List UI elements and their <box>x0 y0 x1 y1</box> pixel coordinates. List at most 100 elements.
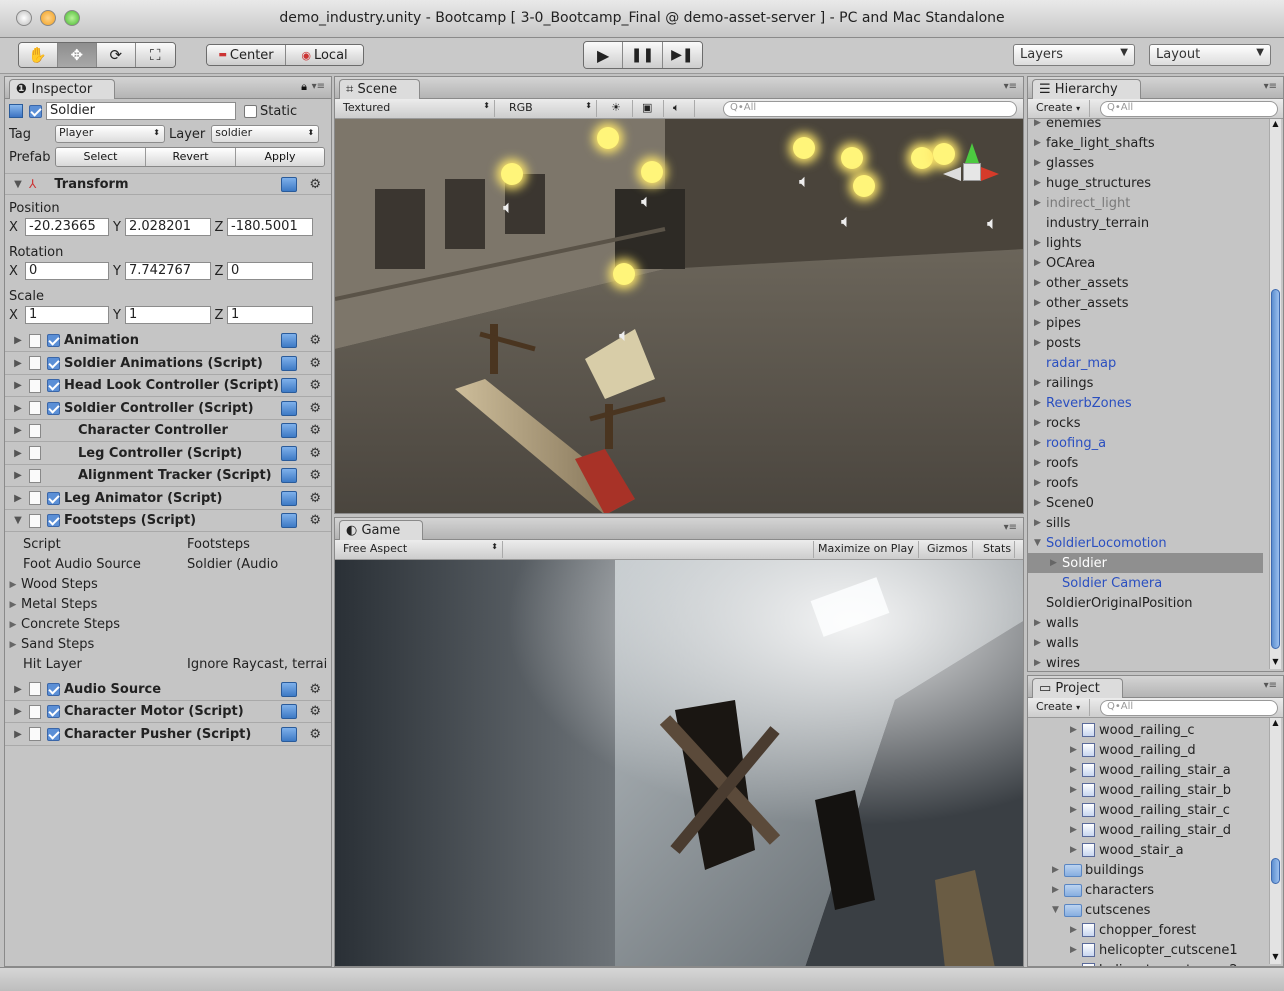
gear-icon[interactable]: ⚙ <box>309 423 321 438</box>
game-viewport[interactable] <box>335 560 1023 966</box>
pivot-center-button[interactable]: ▬ Center <box>207 45 286 65</box>
component-header[interactable]: ▶ Character Pusher (Script) ⚙ <box>5 724 331 746</box>
gear-icon[interactable]: ⚙ <box>309 378 321 393</box>
fold-closed-icon[interactable]: ▶ <box>11 729 25 740</box>
hierarchy-item[interactable]: ▶ pipes <box>1034 313 1263 333</box>
hierarchy-scrollbar[interactable]: ▲ ▼ <box>1269 119 1281 669</box>
fold-closed-icon[interactable]: ▶ <box>1034 618 1046 628</box>
static-checkbox[interactable] <box>244 104 257 118</box>
project-item[interactable]: ▶ wood_stair_a <box>1034 840 1263 860</box>
fold-open-icon[interactable]: ▼ <box>1052 905 1064 915</box>
tab-hierarchy[interactable]: ☰ Hierarchy <box>1032 79 1141 99</box>
layer-dropdown[interactable]: soldier ⬍ <box>211 125 320 143</box>
hierarchy-scroll-thumb[interactable] <box>1271 289 1280 649</box>
fold-closed-icon[interactable]: ▶ <box>5 580 21 590</box>
hierarchy-item[interactable]: ▶ wires <box>1034 653 1263 671</box>
audio-gizmo-icon[interactable]: 🔈︎ <box>987 213 1005 235</box>
project-item[interactable]: ▶ wood_railing_stair_b <box>1034 780 1263 800</box>
hierarchy-create-dropdown[interactable]: Create ▾ <box>1032 100 1090 117</box>
maximize-on-play-button[interactable]: Maximize on Play <box>813 541 919 558</box>
fold-closed-icon[interactable]: ▶ <box>11 684 25 695</box>
scale-y-field[interactable]: 1 <box>125 306 211 324</box>
help-book-icon[interactable] <box>281 355 297 371</box>
fold-closed-icon[interactable]: ▶ <box>11 403 25 414</box>
footsteps-property-row[interactable]: Foot Audio Source Soldier (Audio <box>5 555 331 575</box>
fold-closed-icon[interactable]: ▶ <box>1034 198 1046 208</box>
prefab-apply-button[interactable]: Apply <box>236 148 324 166</box>
object-name-field[interactable]: Soldier <box>46 102 236 120</box>
move-icon[interactable]: ✥ <box>57 43 98 67</box>
property-value[interactable]: Ignore Raycast, terrai <box>187 657 327 672</box>
project-item[interactable]: ▶ buildings <box>1034 860 1263 880</box>
layers-dropdown[interactable]: Layers ▼ <box>1013 44 1135 66</box>
project-search-input[interactable]: Q•All <box>1100 700 1278 716</box>
fold-closed-icon[interactable]: ▶ <box>11 425 25 436</box>
gear-icon[interactable]: ⚙ <box>309 468 321 483</box>
panel-menu-icon[interactable]: ▾≡ <box>1264 680 1277 691</box>
component-enabled-checkbox[interactable] <box>47 682 60 696</box>
fold-closed-icon[interactable]: ▶ <box>5 620 21 630</box>
fold-closed-icon[interactable]: ▶ <box>5 600 21 610</box>
fold-closed-icon[interactable]: ▶ <box>1070 945 1082 955</box>
fold-closed-icon[interactable]: ▶ <box>1034 458 1046 468</box>
audio-gizmo-icon[interactable]: 🔈︎ <box>619 325 637 347</box>
audio-gizmo-icon[interactable]: 🔈︎ <box>503 197 521 219</box>
project-create-dropdown[interactable]: Create ▾ <box>1032 699 1090 716</box>
fold-closed-icon[interactable]: ▶ <box>1070 785 1082 795</box>
fold-closed-icon[interactable]: ▶ <box>1034 158 1046 168</box>
hierarchy-item[interactable]: ▶ roofs <box>1034 453 1263 473</box>
component-header[interactable]: ▶ Leg Animator (Script) ⚙ <box>5 488 331 510</box>
gear-icon[interactable]: ⚙ <box>309 704 321 719</box>
hand-icon[interactable]: ✋ <box>19 43 58 67</box>
image-effects-toggle[interactable]: ▣ <box>638 100 664 117</box>
gear-icon[interactable]: ⚙ <box>309 446 321 461</box>
hierarchy-item[interactable]: ▶ sills <box>1034 513 1263 533</box>
fold-closed-icon[interactable]: ▶ <box>1034 258 1046 268</box>
fold-closed-icon[interactable]: ▶ <box>1070 825 1082 835</box>
hierarchy-item[interactable]: ▶ walls <box>1034 613 1263 633</box>
component-enabled-checkbox[interactable] <box>47 356 60 370</box>
fold-closed-icon[interactable]: ▶ <box>1070 765 1082 775</box>
fold-closed-icon[interactable]: ▶ <box>11 470 25 481</box>
footsteps-property-row[interactable]: Hit Layer Ignore Raycast, terrai <box>5 655 331 675</box>
position-y-field[interactable]: 2.028201 <box>125 218 211 236</box>
component-enabled-checkbox[interactable] <box>47 491 60 505</box>
light-gizmo-icon[interactable] <box>841 147 863 169</box>
panel-menu-icon[interactable]: ▾≡ <box>1004 81 1017 92</box>
fold-closed-icon[interactable]: ▶ <box>11 380 25 391</box>
gear-icon[interactable]: ⚙ <box>309 491 321 506</box>
project-item[interactable]: ▶ helicopter_cutscene2 <box>1034 960 1263 966</box>
project-item[interactable]: ▶ wood_railing_d <box>1034 740 1263 760</box>
component-enabled-checkbox[interactable] <box>47 401 60 415</box>
footsteps-property-row[interactable]: ▶ Wood Steps <box>5 575 331 595</box>
scene-orientation-gizmo[interactable] <box>941 141 1001 205</box>
fold-closed-icon[interactable]: ▶ <box>1034 498 1046 508</box>
pause-icon[interactable]: ❚❚ <box>623 42 663 68</box>
fold-closed-icon[interactable]: ▶ <box>1034 478 1046 488</box>
fold-closed-icon[interactable]: ▶ <box>1070 725 1082 735</box>
footsteps-property-row[interactable]: ▶ Concrete Steps <box>5 615 331 635</box>
axis-y-cone-icon[interactable] <box>965 143 979 163</box>
fold-closed-icon[interactable]: ▶ <box>1034 298 1046 308</box>
fold-closed-icon[interactable]: ▶ <box>11 706 25 717</box>
fold-closed-icon[interactable]: ▶ <box>1034 518 1046 528</box>
help-book-icon[interactable] <box>281 400 297 416</box>
help-book-icon[interactable] <box>281 378 297 393</box>
fold-open-icon[interactable]: ▼ <box>11 179 25 190</box>
project-item[interactable]: ▶ wood_railing_stair_a <box>1034 760 1263 780</box>
component-header[interactable]: ▶ Soldier Animations (Script) ⚙ <box>5 353 331 375</box>
gear-icon[interactable]: ⚙ <box>309 513 321 528</box>
fold-closed-icon[interactable]: ▶ <box>1034 318 1046 328</box>
component-header[interactable]: ▶ Alignment Tracker (Script) ⚙ <box>5 465 331 487</box>
hierarchy-item[interactable]: ▶ glasses <box>1034 153 1263 173</box>
prefab-select-button[interactable]: Select <box>56 148 146 166</box>
fold-closed-icon[interactable]: ▶ <box>1070 965 1082 966</box>
hierarchy-item[interactable]: ▶ OCArea <box>1034 253 1263 273</box>
scale-x-field[interactable]: 1 <box>25 306 109 324</box>
fold-closed-icon[interactable]: ▶ <box>1034 338 1046 348</box>
component-enabled-checkbox[interactable] <box>47 379 60 392</box>
component-header[interactable]: ▶ Soldier Controller (Script) ⚙ <box>5 398 331 420</box>
hierarchy-item[interactable]: ▶ posts <box>1034 333 1263 353</box>
axis-x-cone-icon[interactable] <box>981 167 999 181</box>
light-gizmo-icon[interactable] <box>793 137 815 159</box>
